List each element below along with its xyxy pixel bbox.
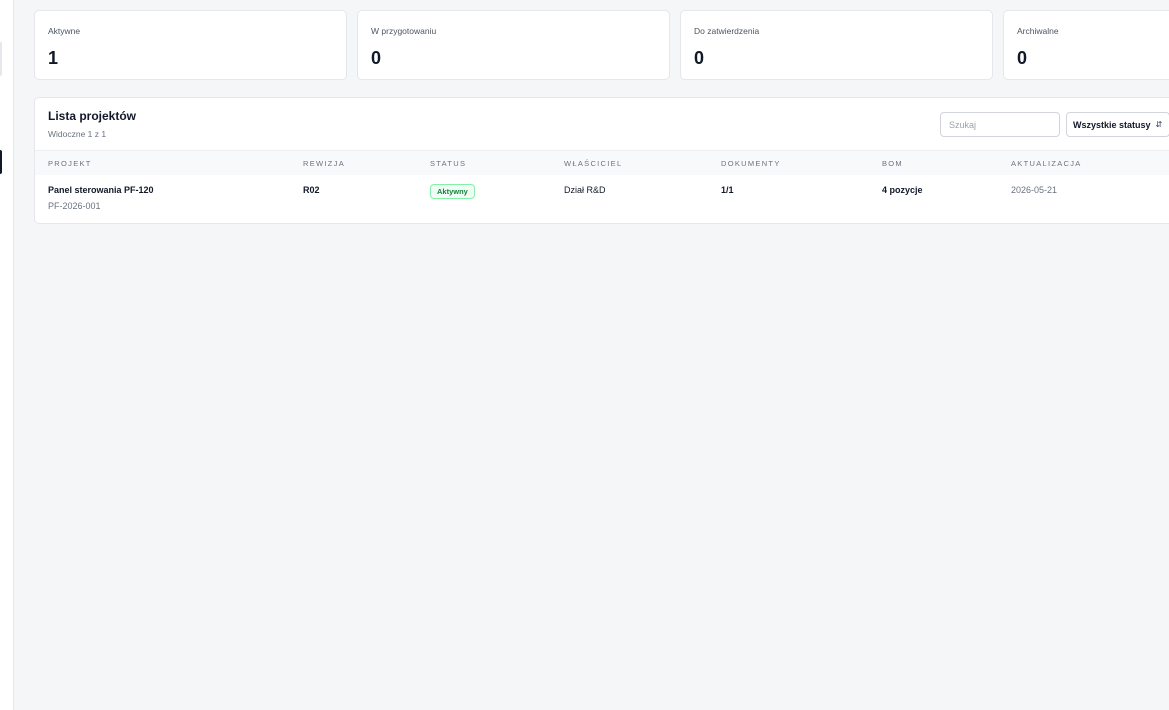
updated-value: 2026-05-21 xyxy=(1011,185,1058,195)
column-header-bom[interactable]: BOM xyxy=(882,159,903,168)
column-header-owner[interactable]: Właściciel xyxy=(564,159,622,168)
search-input[interactable] xyxy=(940,112,1060,137)
project-list-panel: Lista projektów Widoczne 1 z 1 Wszystkie… xyxy=(34,97,1169,224)
stat-card-archived: Archiwalne 0 xyxy=(1003,10,1169,80)
project-code: PF-2026-001 xyxy=(48,201,101,211)
column-header-status[interactable]: Status xyxy=(430,159,466,168)
status-filter-select[interactable]: Wszystkie statusy ⇵ xyxy=(1066,112,1169,137)
stat-value: 1 xyxy=(48,48,59,68)
sidebar-edge xyxy=(0,0,14,710)
stat-value: 0 xyxy=(1017,48,1028,68)
status-filter-value: Wszystkie statusy xyxy=(1073,119,1151,130)
stat-label: Aktywne xyxy=(48,26,81,36)
documents-value: 1/1 xyxy=(721,185,734,195)
column-header-project[interactable]: Projekt xyxy=(48,159,92,168)
stat-label: W przygotowaniu xyxy=(371,26,437,36)
stat-label: Archiwalne xyxy=(1017,26,1059,36)
stat-card-pending-approval: Do zatwierdzenia 0 xyxy=(680,10,993,80)
stat-label: Do zatwierdzenia xyxy=(694,26,760,36)
sidebar-active-indicator xyxy=(0,150,2,174)
revision-value: R02 xyxy=(303,185,320,195)
status-badge: Aktywny xyxy=(430,184,475,199)
table-header: Projekt Rewizja Status Właściciel Dokume… xyxy=(35,150,1169,175)
column-header-revision[interactable]: Rewizja xyxy=(303,159,345,168)
bom-value: 4 pozycje xyxy=(882,185,923,195)
stat-card-active: Aktywne 1 xyxy=(34,10,347,80)
stat-card-in-preparation: W przygotowaniu 0 xyxy=(357,10,670,80)
column-header-updated[interactable]: Aktualizacja xyxy=(1011,159,1082,168)
project-name[interactable]: Panel sterowania PF-120 xyxy=(48,185,154,195)
visible-count: Widoczne 1 z 1 xyxy=(48,129,107,139)
column-header-documents[interactable]: Dokumenty xyxy=(721,159,781,168)
sidebar-edge-indicator xyxy=(0,42,2,76)
stat-value: 0 xyxy=(694,48,705,68)
stat-value: 0 xyxy=(371,48,382,68)
table-row[interactable]: Panel sterowania PF-120 PF-2026-001 R02 … xyxy=(35,175,1169,223)
chevrons-up-down-icon: ⇵ xyxy=(1155,120,1163,129)
owner-value: Dział R&D xyxy=(564,185,606,195)
panel-title: Lista projektów xyxy=(48,109,137,123)
